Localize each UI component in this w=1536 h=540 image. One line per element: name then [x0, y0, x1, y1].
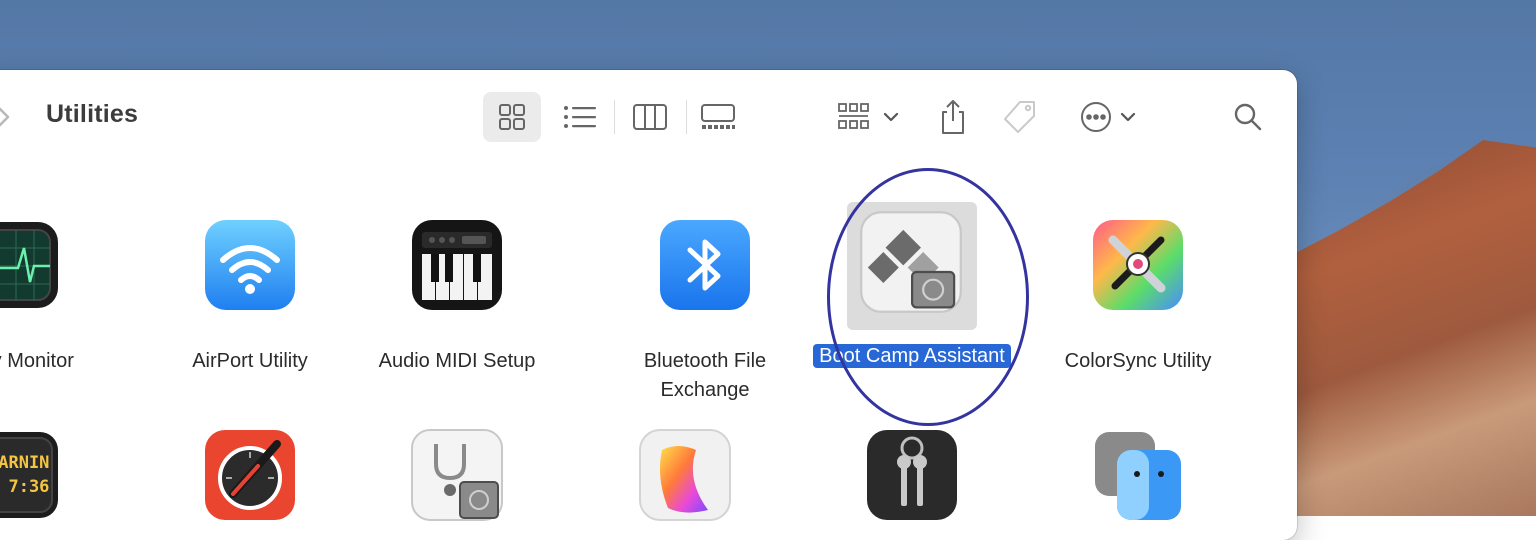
more-actions-icon — [1081, 102, 1111, 132]
app-label: ColorSync Utility — [1064, 350, 1212, 372]
search-icon — [1234, 103, 1262, 131]
file-grid: ty Monitor AirPort Utility Audio MIDI — [0, 162, 1297, 540]
window-title: Utilities — [46, 100, 139, 128]
share-icon — [942, 100, 964, 134]
back-chevron-icon[interactable] — [0, 104, 16, 130]
audio-midi-setup-icon — [412, 220, 502, 310]
app-label: Bluetooth File Exchange — [643, 350, 767, 401]
activity-monitor-icon — [0, 222, 58, 308]
column-view-button[interactable] — [628, 92, 672, 142]
app-console[interactable]: WARNIN Y 7:36 — [0, 428, 120, 527]
console-icon: WARNIN Y 7:36 — [0, 432, 58, 518]
bluetooth-file-exchange-icon — [660, 220, 750, 310]
app-label: Audio MIDI Setup — [378, 350, 536, 372]
group-by-button[interactable] — [835, 92, 901, 142]
chevron-down-icon — [1120, 112, 1136, 122]
gallery-view-icon — [701, 104, 735, 129]
digital-color-meter-icon — [205, 430, 295, 520]
app-migration-assistant[interactable] — [1033, 428, 1243, 527]
icon-view-icon — [499, 104, 525, 130]
keychain-access-icon — [867, 430, 957, 520]
app-keychain-access[interactable] — [807, 428, 1017, 527]
app-disk-utility[interactable] — [352, 428, 562, 527]
list-view-button[interactable] — [555, 92, 605, 142]
gallery-view-button[interactable] — [696, 92, 740, 142]
toolbar: Utilities — [0, 70, 1297, 162]
app-activity-monitor[interactable]: ty Monitor — [0, 218, 120, 376]
airport-utility-icon — [205, 220, 295, 310]
annotation-circle — [827, 168, 1029, 426]
toolbar-separator — [686, 100, 687, 134]
share-button[interactable] — [933, 92, 973, 142]
console-line-2: Y 7:36 — [0, 477, 49, 497]
search-button[interactable] — [1230, 92, 1266, 142]
console-line-1: WARNIN — [0, 453, 49, 473]
app-label: ty Monitor — [0, 350, 74, 372]
toolbar-separator — [614, 100, 615, 134]
list-view-icon — [564, 106, 596, 128]
icon-view-button[interactable] — [483, 92, 541, 142]
app-label: AirPort Utility — [192, 350, 308, 372]
tag-icon — [1004, 101, 1035, 133]
chevron-down-icon — [883, 112, 899, 122]
grapher-icon — [639, 429, 731, 521]
migration-assistant-icon — [1095, 432, 1181, 520]
tag-button[interactable] — [1000, 92, 1040, 142]
group-by-icon — [838, 103, 869, 129]
finder-window: Utilities Monitor AirPort Utility Audio … — [0, 70, 1297, 540]
disk-utility-icon — [411, 429, 503, 521]
app-grapher[interactable] — [580, 428, 790, 527]
column-view-icon — [633, 104, 667, 130]
app-bluetooth-file-exchange[interactable]: Bluetooth File Exchange — [600, 218, 810, 405]
more-actions-button[interactable] — [1075, 92, 1141, 142]
app-colorsync-utility[interactable]: ColorSync Utility — [1033, 218, 1243, 376]
colorsync-utility-icon — [1093, 220, 1183, 310]
app-audio-midi-setup[interactable]: Audio MIDI Setup — [352, 218, 562, 376]
app-digital-color-meter[interactable] — [145, 428, 355, 527]
app-airport-utility[interactable]: AirPort Utility — [145, 218, 355, 376]
